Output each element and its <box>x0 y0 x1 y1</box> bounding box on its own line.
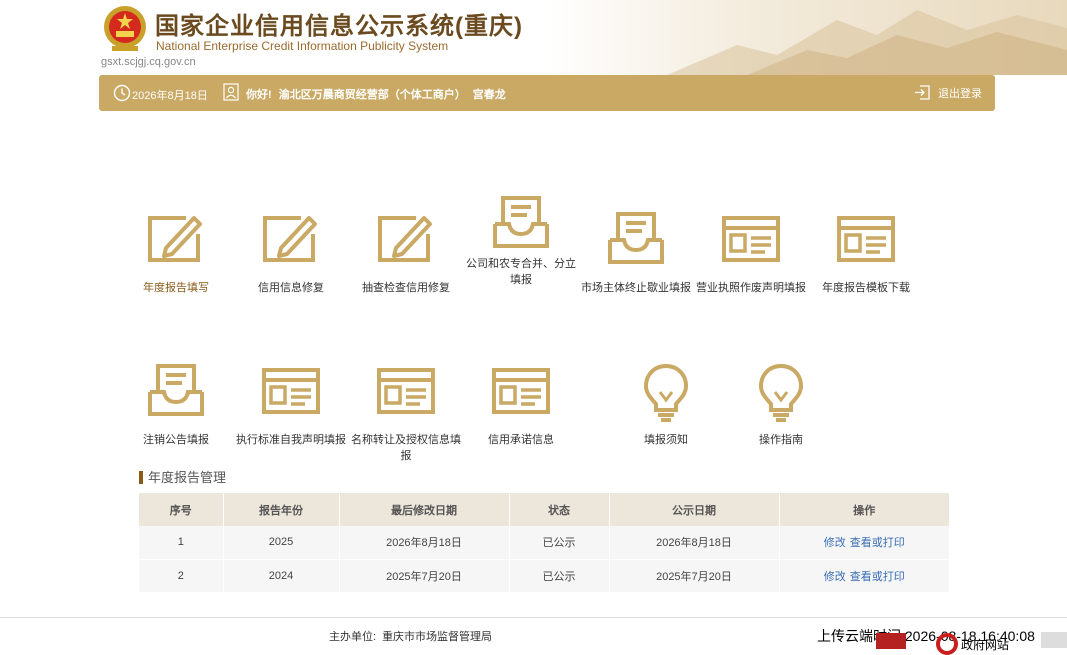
clock-icon <box>113 84 131 102</box>
current-date: 2026年8月18日 <box>132 90 208 102</box>
user-icon <box>223 83 239 101</box>
menu-tile-label: 信用承诺信息 <box>488 434 554 446</box>
cell-status: 已公示 <box>509 559 610 593</box>
party-badge-icon <box>876 633 906 649</box>
cell-published: 2026年8月18日 <box>609 526 780 560</box>
form-icon <box>463 362 579 418</box>
user-greeting: 你好! 渝北区万晨商贸经营部（个体工商户） 宫春龙 <box>246 86 510 102</box>
footer-host: 主办单位: 重庆市市场监督管理局 <box>329 628 498 644</box>
col-modified: 最后修改日期 <box>339 493 510 526</box>
logout-icon <box>915 85 930 100</box>
annual-report-title-text: 年度报告管理 <box>148 470 227 485</box>
menu-tile[interactable]: 公司和农专合并、分立填报 <box>463 194 579 288</box>
menu-tile[interactable]: 执行标准自我声明填报 <box>233 362 349 448</box>
annual-report-table: 序号 报告年份 最后修改日期 状态 公示日期 操作 1 2025 2026年8月18… <box>139 493 950 593</box>
cell-year: 2024 <box>223 559 340 593</box>
cell-modified: 2025年7月20日 <box>339 559 510 593</box>
site-header: 国家企业信用信息公示系统(重庆) National Enterprise Cre… <box>0 0 1067 75</box>
logout-label: 退出登录 <box>938 87 983 100</box>
form-icon <box>693 210 809 266</box>
view-print-link[interactable]: 查看或打印 <box>850 571 905 583</box>
cell-no: 1 <box>139 526 224 560</box>
menu-tile-label: 营业执照作废声明填报 <box>696 282 806 294</box>
menu-tile-label: 公司和农专合并、分立填报 <box>466 258 576 286</box>
entity-name: 渝北区万晨商贸经营部（个体工商户） <box>278 89 466 101</box>
table-header-row: 序号 报告年份 最后修改日期 状态 公示日期 操作 <box>139 493 950 526</box>
menu-tile-label: 执行标准自我声明填报 <box>236 434 346 446</box>
gov-site-icon <box>936 633 958 655</box>
site-title-en: National Enterprise Credit Information P… <box>156 39 449 53</box>
mountain-banner <box>547 0 1067 75</box>
cell-published: 2025年7月20日 <box>609 559 780 593</box>
menu-tile[interactable]: 填报须知 <box>608 362 724 448</box>
cell-modified: 2026年8月18日 <box>339 526 510 560</box>
edit-link[interactable]: 修改 <box>824 537 846 549</box>
gov-misc-icon <box>1041 632 1067 648</box>
inbox-icon <box>118 362 234 418</box>
menu-tile-label: 抽查检查信用修复 <box>362 282 450 294</box>
col-published: 公示日期 <box>609 493 780 526</box>
site-domain: gsxt.scjgj.cq.gov.cn <box>101 56 196 68</box>
cell-year: 2025 <box>223 526 340 560</box>
menu-tile[interactable]: 抽查检查信用修复 <box>348 210 464 296</box>
menu-tile-label: 注销公告填报 <box>143 434 209 446</box>
person-name: 宫春龙 <box>472 89 506 101</box>
cell-actions: 修改 查看或打印 <box>779 559 950 593</box>
col-actions: 操作 <box>779 493 950 526</box>
edit-icon <box>233 210 349 266</box>
bulb-icon <box>608 362 724 422</box>
edit-icon <box>118 210 234 266</box>
menu-tile[interactable]: 信用承诺信息 <box>463 362 579 448</box>
logout-button[interactable]: 退出登录 <box>914 84 982 101</box>
menu-tile-label: 市场主体终止歇业填报 <box>581 282 691 294</box>
gov-site-label: 政府网站 <box>961 638 1010 652</box>
menu-tile[interactable]: 年度报告模板下载 <box>808 210 924 296</box>
col-no: 序号 <box>139 493 224 526</box>
menu-tile-label: 年度报告模板下载 <box>822 282 910 294</box>
menu-tile[interactable]: 名称转让及授权信息填报 <box>348 362 464 464</box>
menu-tile[interactable]: 操作指南 <box>723 362 839 448</box>
user-topbar: 2026年8月18日 你好! 渝北区万晨商贸经营部（个体工商户） 宫春龙 退出登… <box>99 75 995 111</box>
inbox-icon <box>463 194 579 250</box>
inbox-icon <box>578 210 694 266</box>
gov-site-link[interactable]: 政府网站 <box>936 633 1010 655</box>
form-icon <box>808 210 924 266</box>
table-row: 1 2025 2026年8月18日 已公示 2026年8月18日 修改 查看或打印 <box>139 526 950 560</box>
menu-tile-label: 操作指南 <box>759 434 803 446</box>
cell-actions: 修改 查看或打印 <box>779 526 950 560</box>
form-icon <box>348 362 464 418</box>
col-year: 报告年份 <box>223 493 340 526</box>
annual-report-section-title: 年度报告管理 <box>139 467 226 486</box>
col-status: 状态 <box>509 493 610 526</box>
cell-status: 已公示 <box>509 526 610 560</box>
menu-tile-label: 年度报告填写 <box>143 282 209 294</box>
menu-tile-label: 名称转让及授权信息填报 <box>351 434 461 462</box>
national-emblem-icon <box>104 6 146 51</box>
menu-tile[interactable]: 营业执照作废声明填报 <box>693 210 809 296</box>
edit-link[interactable]: 修改 <box>824 571 846 583</box>
footer-host-name: 重庆市市场监督管理局 <box>382 631 493 643</box>
footer-host-label: 主办单位: <box>329 631 377 643</box>
menu-tile[interactable]: 年度报告填写 <box>118 210 234 296</box>
edit-icon <box>348 210 464 266</box>
menu-tile[interactable]: 市场主体终止歇业填报 <box>578 210 694 296</box>
menu-tile[interactable]: 信用信息修复 <box>233 210 349 296</box>
site-title: 国家企业信用信息公示系统(重庆) <box>155 13 523 40</box>
table-row: 2 2024 2025年7月20日 已公示 2025年7月20日 修改 查看或打印 <box>139 559 950 593</box>
form-icon <box>233 362 349 418</box>
menu-tile-label: 填报须知 <box>644 434 688 446</box>
cell-no: 2 <box>139 559 224 593</box>
greeting-text: 你好! <box>246 89 272 101</box>
bulb-icon <box>723 362 839 422</box>
footer-divider <box>0 617 1067 618</box>
menu-tile[interactable]: 注销公告填报 <box>118 362 234 448</box>
view-print-link[interactable]: 查看或打印 <box>850 537 905 549</box>
menu-tile-label: 信用信息修复 <box>258 282 324 294</box>
